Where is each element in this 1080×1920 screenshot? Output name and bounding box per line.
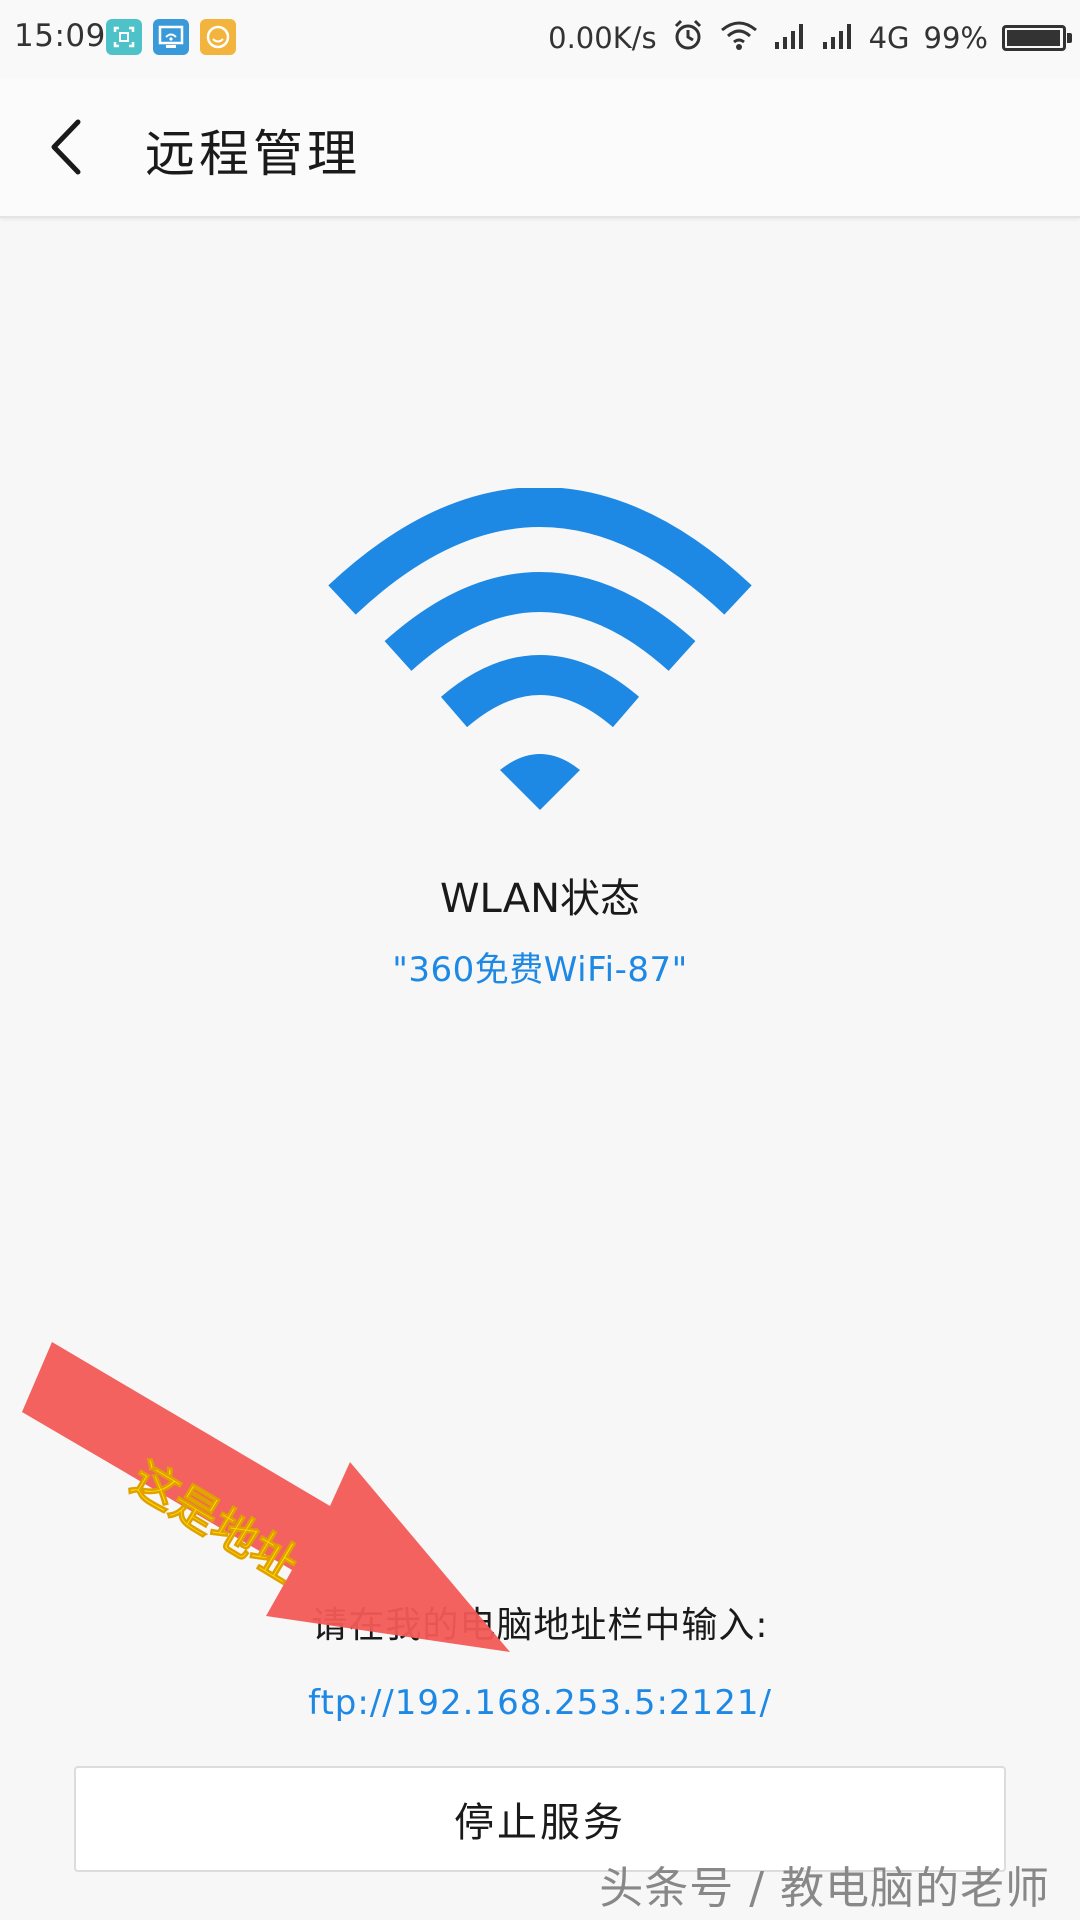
wifi-share-notif-icon xyxy=(153,19,189,55)
screenshot-notif-icon xyxy=(106,19,142,55)
status-right-cluster: 0.00K/s 4G 99% xyxy=(548,16,1072,60)
alarm-icon xyxy=(671,18,705,59)
signal-sim2-icon xyxy=(821,20,855,57)
battery-icon xyxy=(1002,25,1072,51)
app-bar: 远程管理 xyxy=(0,78,1080,218)
back-button[interactable] xyxy=(34,112,104,182)
wifi-icon xyxy=(320,487,760,818)
page-title: 远程管理 xyxy=(145,125,361,183)
status-time: 15:09 xyxy=(14,18,106,54)
signal-sim1-icon xyxy=(773,20,807,57)
battery-percent: 99% xyxy=(923,21,988,55)
network-type: 4G xyxy=(868,21,910,55)
watermark: 头条号 / 教电脑的老师 xyxy=(599,1863,1050,1914)
chevron-left-icon xyxy=(51,119,81,175)
instruction-text: 请在我的电脑地址栏中输入: xyxy=(311,1605,769,1646)
ftp-address-link[interactable]: ftp://192.168.253.5:2121/ xyxy=(0,1683,1080,1723)
wlan-status-label: WLAN状态 xyxy=(439,876,641,922)
wlan-ssid: "360免费WiFi-87" xyxy=(392,950,688,990)
net-speed: 0.00K/s xyxy=(548,21,657,55)
status-bar: 15:09 0.00K/s 4G 99% xyxy=(0,0,1080,78)
annotation-label: 这是地址 xyxy=(122,1451,308,1592)
wifi-status-icon xyxy=(719,18,759,59)
battery-fill xyxy=(1007,30,1061,46)
face-notif-icon xyxy=(200,19,236,55)
